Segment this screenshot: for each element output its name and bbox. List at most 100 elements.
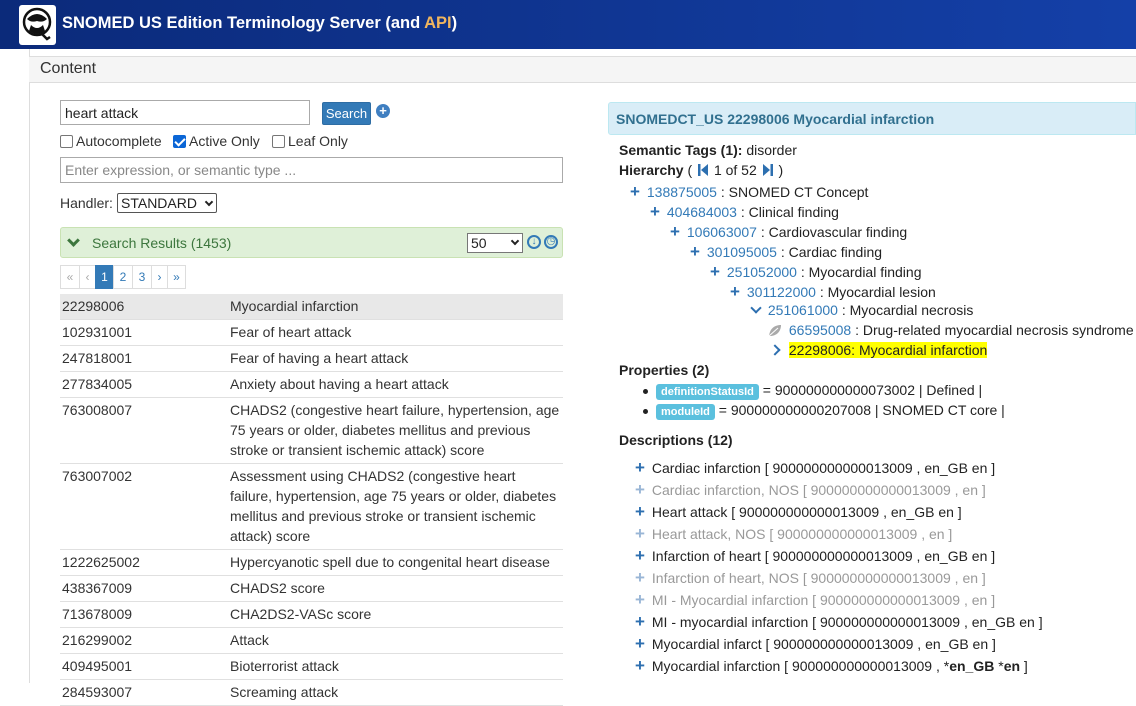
description-item[interactable]: + Cardiac infarction [ 90000000000001300… <box>632 458 995 478</box>
result-row[interactable]: 1222625002 Hypercyanotic spell due to co… <box>60 550 563 576</box>
expand-icon[interactable]: + <box>627 182 643 202</box>
result-name[interactable]: Bioterrorist attack <box>230 656 563 676</box>
tree-node-code[interactable]: 404684003 <box>667 204 737 220</box>
snomed-logo-icon[interactable] <box>19 5 56 45</box>
description-item-inactive[interactable]: + Heart attack, NOS [ 900000000000013009… <box>632 524 952 544</box>
expand-icon[interactable]: + <box>647 202 663 222</box>
result-name[interactable]: Assessment using CHADS2 (congestive hear… <box>230 466 563 546</box>
chevron-right-icon[interactable] <box>769 344 781 356</box>
expand-icon[interactable]: + <box>632 480 648 500</box>
expand-icon[interactable]: + <box>632 568 648 588</box>
result-row[interactable]: 438367009 CHADS2 score <box>60 576 563 602</box>
result-name[interactable]: Screaming attack <box>230 682 563 702</box>
expand-icon[interactable]: + <box>632 524 648 544</box>
result-row[interactable]: 763008007 CHADS2 (congestive heart failu… <box>60 398 563 464</box>
result-id[interactable]: 409495001 <box>60 656 230 676</box>
result-row[interactable]: 216299002 Attack <box>60 628 563 654</box>
result-id[interactable]: 713678009 <box>60 604 230 624</box>
download-icon[interactable]: ↓ <box>527 235 541 249</box>
tree-node-current[interactable]: 22298006: Myocardial infarction <box>769 342 988 358</box>
active-only-option[interactable]: Active Only <box>173 133 260 149</box>
expand-icon[interactable]: + <box>632 634 648 654</box>
result-row[interactable]: 409495001 Bioterrorist attack <box>60 654 563 680</box>
pager-last[interactable]: » <box>167 265 186 289</box>
chevron-down-icon[interactable] <box>67 234 80 247</box>
result-row[interactable]: 713678009 CHA2DS2-VASc score <box>60 602 563 628</box>
result-row[interactable]: 284593007 Screaming attack <box>60 680 563 706</box>
description-item-inactive[interactable]: + Infarction of heart, NOS [ 90000000000… <box>632 568 986 588</box>
result-id[interactable]: 102931001 <box>60 322 230 342</box>
expand-icon[interactable]: + <box>667 222 683 242</box>
result-name[interactable]: Fear of heart attack <box>230 322 563 342</box>
tree-node[interactable]: + 138875005 : SNOMED CT Concept <box>627 182 868 202</box>
autocomplete-checkbox[interactable] <box>60 134 73 148</box>
search-results-header[interactable]: Search Results (1453) 50 ↓ ◷ <box>60 227 563 258</box>
description-item[interactable]: + Myocardial infarct [ 90000000000001300… <box>632 634 996 654</box>
pager-first[interactable]: « <box>60 265 80 289</box>
expression-input[interactable] <box>60 157 563 183</box>
first-hierarchy-icon[interactable] <box>698 164 709 176</box>
result-row[interactable]: 22298006 Myocardial infarction <box>60 294 563 320</box>
result-name[interactable]: Myocardial infarction <box>230 296 563 316</box>
description-item[interactable]: + MI - myocardial infarction [ 900000000… <box>632 612 1043 632</box>
result-name[interactable]: CHADS2 score <box>230 578 563 598</box>
expand-icon[interactable]: + <box>632 458 648 478</box>
result-id[interactable]: 1222625002 <box>60 552 230 572</box>
api-link[interactable]: API <box>424 14 452 32</box>
tree-node[interactable]: + 404684003 : Clinical finding <box>647 202 839 222</box>
expand-icon[interactable]: + <box>632 546 648 566</box>
chevron-down-icon[interactable] <box>750 302 762 314</box>
tree-node[interactable]: + 251052000 : Myocardial finding <box>707 262 921 282</box>
pager-page-2[interactable]: 2 <box>113 265 133 289</box>
pager-page-3[interactable]: 3 <box>132 265 152 289</box>
tree-node-code[interactable]: 106063007 <box>687 224 757 240</box>
tree-node-code[interactable]: 66595008 <box>789 322 851 338</box>
tree-node[interactable]: 66595008 : Drug-related myocardial necro… <box>768 322 1134 338</box>
description-item-inactive[interactable]: + MI - Myocardial infarction [ 900000000… <box>632 590 995 610</box>
tree-node-code[interactable]: 301095005 <box>707 244 777 260</box>
result-name[interactable]: CHADS2 (congestive heart failure, hypert… <box>230 400 563 460</box>
result-id[interactable]: 438367009 <box>60 578 230 598</box>
pager-page-1[interactable]: 1 <box>95 265 114 289</box>
tree-node[interactable]: + 106063007 : Cardiovascular finding <box>667 222 907 242</box>
autocomplete-option[interactable]: Autocomplete <box>60 133 162 149</box>
active-only-checkbox[interactable] <box>173 134 186 148</box>
result-name[interactable]: CHA2DS2-VASc score <box>230 604 563 624</box>
description-item[interactable]: + Myocardial infarction [ 90000000000001… <box>632 656 1028 676</box>
pager-prev[interactable]: ‹ <box>79 265 96 289</box>
result-row[interactable]: 277834005 Anxiety about having a heart a… <box>60 372 563 398</box>
result-id[interactable]: 216299002 <box>60 630 230 650</box>
search-button[interactable]: Search <box>322 102 371 125</box>
result-name[interactable]: Hypercyanotic spell due to congenital he… <box>230 552 563 572</box>
history-icon[interactable]: ◷ <box>544 235 558 249</box>
leaf-only-checkbox[interactable] <box>272 134 285 148</box>
expand-icon[interactable]: + <box>632 612 648 632</box>
result-name[interactable]: Attack <box>230 630 563 650</box>
result-id[interactable]: 763007002 <box>60 466 230 546</box>
result-row[interactable]: 102931001 Fear of heart attack <box>60 320 563 346</box>
tree-node[interactable]: 251061000 : Myocardial necrosis <box>749 302 973 318</box>
next-hierarchy-icon[interactable] <box>762 164 773 176</box>
result-id[interactable]: 284593007 <box>60 682 230 702</box>
page-size-select[interactable]: 50 <box>467 233 523 253</box>
description-item[interactable]: + Heart attack [ 900000000000013009 , en… <box>632 502 962 522</box>
result-id[interactable]: 277834005 <box>60 374 230 394</box>
result-name[interactable]: Anxiety about having a heart attack <box>230 374 563 394</box>
expand-icon[interactable]: + <box>727 282 743 302</box>
result-row[interactable]: 247818001 Fear of having a heart attack <box>60 346 563 372</box>
add-search-icon[interactable]: + <box>376 104 390 118</box>
handler-select[interactable]: STANDARD <box>117 193 217 213</box>
tree-node-code[interactable]: 251052000 <box>727 264 797 280</box>
expand-icon[interactable]: + <box>707 262 723 282</box>
tree-node[interactable]: + 301122000 : Myocardial lesion <box>727 282 936 302</box>
result-id[interactable]: 763008007 <box>60 400 230 460</box>
result-name[interactable]: Fear of having a heart attack <box>230 348 563 368</box>
result-id[interactable]: 247818001 <box>60 348 230 368</box>
tree-node-code[interactable]: 301122000 <box>747 284 816 300</box>
description-item[interactable]: + Infarction of heart [ 9000000000000130… <box>632 546 995 566</box>
description-item-inactive[interactable]: + Cardiac infarction, NOS [ 900000000000… <box>632 480 986 500</box>
expand-icon[interactable]: + <box>632 656 648 676</box>
result-id[interactable]: 22298006 <box>60 296 230 316</box>
search-input[interactable] <box>60 100 310 125</box>
tree-node-code[interactable]: 251061000 <box>768 302 838 318</box>
